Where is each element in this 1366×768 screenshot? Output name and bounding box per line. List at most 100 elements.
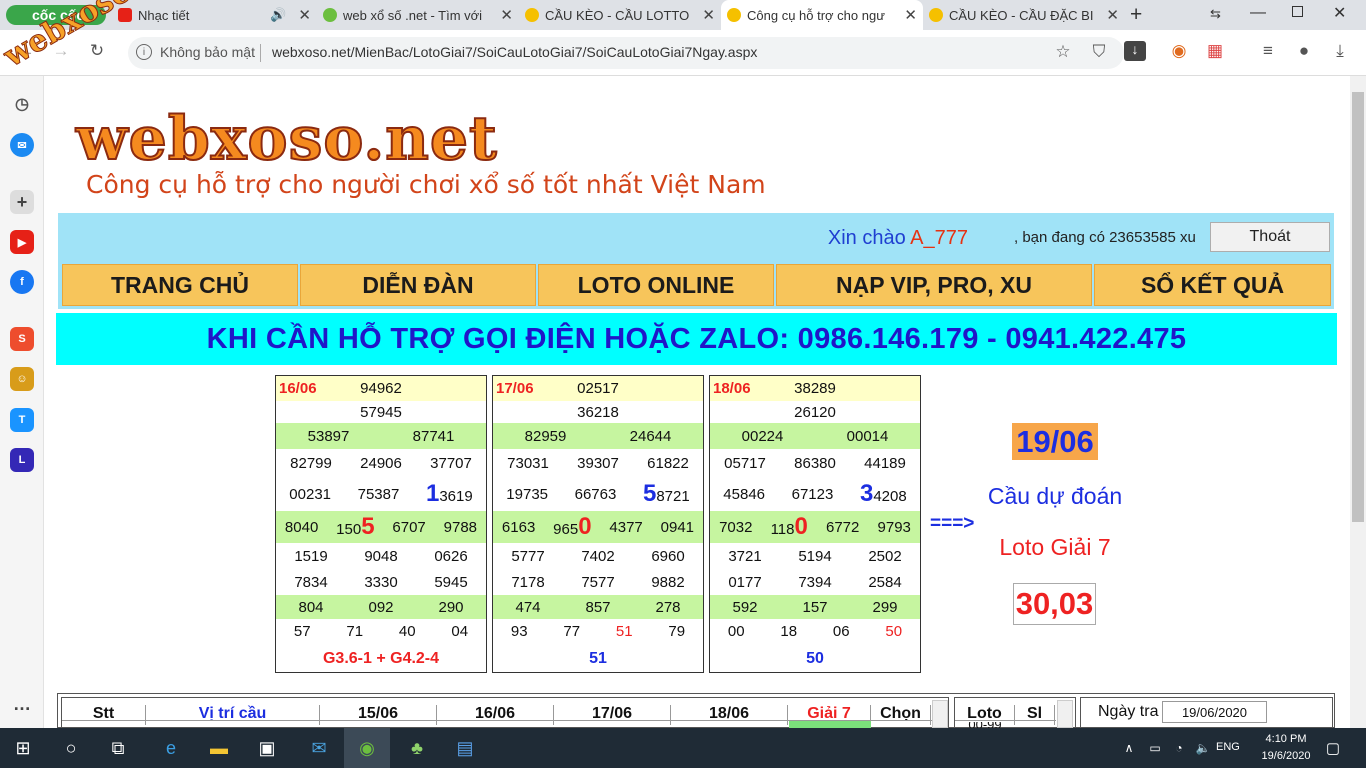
third-prize: 37707 — [430, 454, 472, 472]
facebook-icon[interactable]: f — [10, 270, 34, 294]
col-date-1606: 16/06 — [437, 705, 554, 725]
profile-icon[interactable]: ● — [1293, 41, 1315, 61]
new-tab-icon[interactable]: + — [1130, 3, 1142, 27]
file-explorer-icon[interactable]: ▬ — [196, 728, 242, 768]
tab-menu-icon[interactable]: ⇆ — [1210, 6, 1221, 22]
prize-row: 1519 9048 0626 — [276, 543, 486, 569]
table-scrollbar[interactable] — [932, 700, 948, 728]
fifth-prize: 7577 — [581, 573, 615, 591]
nav-home[interactable]: TRANG CHỦ — [62, 264, 298, 306]
close-icon[interactable]: ✕ — [904, 6, 917, 24]
prize-row: 57945 — [276, 401, 486, 423]
logout-button[interactable]: Thoát — [1210, 222, 1330, 252]
tab-cau-keo-lotto[interactable]: CẦU KÈO - CẦU LOTTO ✕ — [519, 0, 721, 30]
special-prize: 38289 — [794, 380, 836, 397]
prize-row: 804 092 290 — [276, 595, 486, 619]
special-prize: 94962 — [360, 380, 402, 397]
extension-icon[interactable]: ◉ — [1168, 41, 1190, 61]
close-icon[interactable]: ✕ — [702, 6, 715, 24]
fifth-prize: 7394 — [798, 573, 832, 591]
clock[interactable]: 4:10 PM 19/6/2020 — [1254, 731, 1318, 765]
reload-icon[interactable]: ↻ — [86, 41, 108, 61]
scrollbar-thumb[interactable] — [1352, 92, 1364, 522]
col-position[interactable]: Vị trí cầu — [146, 705, 320, 725]
tiki-icon[interactable]: T — [10, 408, 34, 432]
language-indicator[interactable]: ENG — [1216, 741, 1240, 753]
greeting-label: Xin chào — [827, 227, 906, 249]
url-text[interactable]: webxoso.net/MienBac/LotoGiai7/SoiCauLoto… — [272, 44, 757, 60]
prize-row: 57 71 40 04 — [276, 619, 486, 644]
mail-icon[interactable]: ✉ — [296, 728, 342, 768]
window-app-icon[interactable]: ▤ — [442, 728, 488, 768]
highlight-digit: 5 — [361, 513, 375, 540]
fifth-prize: 0177 — [728, 573, 762, 591]
side-table-scrollbar[interactable] — [1057, 700, 1073, 728]
prediction-value: 30,03 — [1013, 583, 1096, 625]
col-date-1806: 18/06 — [671, 705, 788, 725]
youtube-sidebar-icon[interactable]: ▶ — [10, 230, 34, 254]
app-icon[interactable]: ♣ — [394, 728, 440, 768]
third-prize: 19735 — [506, 485, 549, 503]
shield-icon[interactable]: ⛉ — [1088, 42, 1110, 62]
highlighted-number: 13619 — [426, 480, 473, 508]
tab-search[interactable]: web xổ số .net - Tìm với ✕ — [317, 0, 519, 30]
add-icon[interactable]: + — [10, 190, 34, 214]
date-label: Ngày tra — [1098, 703, 1159, 720]
maximize-icon[interactable] — [1292, 6, 1303, 17]
star-icon[interactable]: ☆ — [1052, 42, 1074, 62]
tab-title: Nhạc tiết — [138, 7, 190, 23]
calendar-icon[interactable]: ▦ — [1204, 41, 1226, 61]
seventh-prize: 04 — [451, 623, 469, 640]
third-prize: 00231 — [289, 485, 332, 503]
fourth-prize: 4377 — [609, 518, 643, 536]
task-view-icon[interactable]: ⧉ — [95, 728, 141, 768]
number-head: 118 — [770, 521, 795, 538]
nav-results[interactable]: SỔ KẾT QUẢ — [1094, 264, 1331, 306]
shopee-icon[interactable]: S — [10, 327, 34, 351]
store-icon[interactable]: ▣ — [244, 728, 290, 768]
nav-topup[interactable]: NẠP VIP, PRO, XU — [776, 264, 1092, 306]
site-logo[interactable]: webxoso.net — [75, 103, 498, 175]
third-prize: 24906 — [360, 454, 402, 472]
coin-balance: , bạn đang có 23653585 xu — [1014, 229, 1196, 246]
lazada-icon[interactable]: L — [10, 448, 34, 472]
second-prize: 00224 — [741, 427, 784, 445]
edge-icon[interactable]: e — [148, 728, 194, 768]
info-icon[interactable]: i — [136, 44, 152, 60]
tab-active[interactable]: Công cụ hỗ trợ cho ngư ✕ — [721, 0, 923, 30]
highlighted-number: 9650 — [553, 513, 591, 541]
fifth-prize: 0626 — [434, 547, 468, 565]
address-bar[interactable]: i Không bảo mật webxoso.net/MienBac/Loto… — [128, 37, 1124, 69]
more-icon[interactable]: … — [10, 692, 34, 716]
fourth-prize: 0941 — [660, 518, 695, 536]
fourth-prize: 9788 — [443, 518, 478, 536]
tab-youtube[interactable]: Nhạc tiết 🔊 ✕ — [112, 0, 317, 30]
sixth-prize: 157 — [802, 598, 828, 616]
nav-forum[interactable]: DIỄN ĐÀN — [300, 264, 536, 306]
close-icon[interactable]: ✕ — [500, 6, 513, 24]
sixth-prize: 278 — [655, 598, 681, 616]
download-manager-icon[interactable]: ⤓ — [1329, 41, 1351, 61]
prize-row: 73031 39307 61822 — [493, 449, 703, 477]
prediction-type: Loto Giải 7 — [999, 534, 1111, 560]
messenger-icon[interactable]: ✉ — [10, 133, 34, 157]
history-icon[interactable]: ◷ — [10, 92, 34, 116]
third-prize: 61822 — [647, 454, 689, 472]
close-icon[interactable]: ✕ — [1106, 6, 1119, 24]
nav-loto-online[interactable]: LOTO ONLINE — [538, 264, 774, 306]
third-prize: 75387 — [357, 485, 400, 503]
tab-cau-keo-dac-biet[interactable]: CẦU KÈO - CẦU ĐẶC BI ✕ — [923, 0, 1125, 30]
highlighted-number: 1180 — [771, 513, 808, 541]
close-window-icon[interactable]: ✕ — [1333, 3, 1346, 23]
game-icon[interactable]: ☺ — [10, 367, 34, 391]
search-icon[interactable]: ○ — [48, 728, 94, 768]
close-icon[interactable]: ✕ — [298, 6, 311, 24]
security-label: Không bảo mật — [160, 44, 255, 60]
sixth-prize: 474 — [515, 598, 541, 616]
date-input[interactable]: 19/06/2020 — [1162, 701, 1267, 723]
download-icon[interactable]: ↓ — [1124, 41, 1146, 61]
playlist-icon[interactable]: ≡ — [1257, 41, 1279, 61]
windows-start-icon[interactable]: ⊞ — [0, 728, 46, 768]
minimize-icon[interactable]: — — [1250, 4, 1266, 22]
coccoc-taskbar-icon[interactable]: ◉ — [344, 728, 390, 768]
